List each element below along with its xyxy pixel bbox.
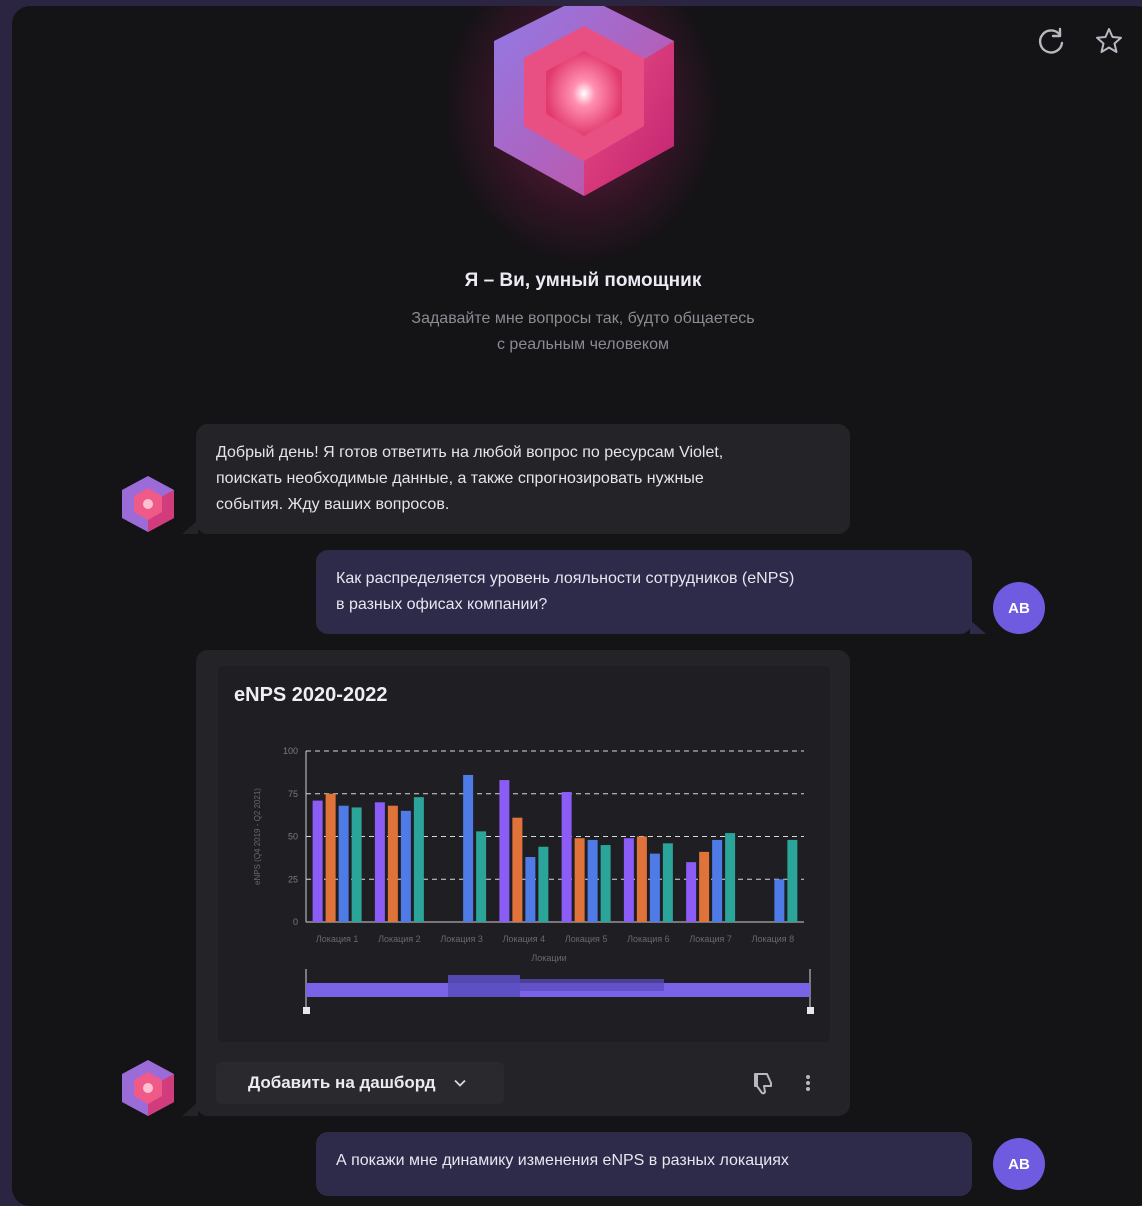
y-tick-label: 0 [293, 917, 298, 927]
user-avatar: AB [993, 1138, 1045, 1190]
assistant-window: Я – Ви, умный помощник Задавайте мне воп… [12, 6, 1142, 1206]
add-to-dashboard-label: Добавить на дашборд [248, 1073, 436, 1092]
brush-overview [448, 975, 520, 997]
greeting-line-3: события. Жду ваших вопросов. [216, 496, 450, 513]
x-tick-label: Локация 1 [316, 934, 359, 944]
bar [712, 839, 723, 922]
bot-avatar [122, 1060, 174, 1116]
greeting-line-1: Добрый день! Я готов ответить на любой в… [216, 444, 724, 461]
bubble-tail [970, 620, 986, 634]
x-tick-label: Локация 7 [689, 934, 732, 944]
x-tick-label: Локация 2 [378, 934, 421, 944]
bar [662, 843, 673, 922]
subtitle-line-1: Задавайте мне вопросы так, будто общаете… [411, 310, 755, 327]
bar [649, 853, 660, 922]
y-tick-label: 75 [288, 789, 298, 799]
bar [587, 839, 598, 922]
bar [476, 831, 487, 922]
bar [574, 838, 585, 922]
bar [400, 810, 411, 922]
x-tick-label: Локация 8 [752, 934, 795, 944]
bar [686, 862, 697, 922]
x-tick-label: Локация 5 [565, 934, 608, 944]
bar [338, 805, 349, 922]
bar [787, 839, 798, 922]
x-tick-label: Локация 6 [627, 934, 670, 944]
chart-svg: 0 25 50 75 100 eNPS (Q4 2019 - Q2 2021) Локаци… [253, 746, 814, 1014]
refresh-icon[interactable] [1034, 24, 1068, 58]
bubble-tail [182, 1102, 198, 1116]
brush-handle-left [303, 1007, 310, 1014]
bar [512, 817, 523, 922]
x-axis-label: Локации [531, 953, 566, 963]
chart-card: eNPS 2020-2022 0 25 50 75 100 eNPS (Q4 2019 -… [218, 666, 830, 1042]
y-tick-label: 25 [288, 874, 298, 884]
user-q2-text: А покажи мне динамику изменения eNPS в р… [336, 1152, 789, 1169]
add-to-dashboard-button[interactable]: Добавить на дашборд [216, 1062, 504, 1104]
user-message-1: Как распределяется уровень лояльности со… [316, 550, 986, 634]
bar [387, 805, 398, 922]
user-q1-line-2: в разных офисах компании? [336, 596, 548, 613]
user-q1-line-1: Как распределяется уровень лояльности со… [336, 570, 795, 587]
bar [561, 792, 572, 922]
y-tick-label: 50 [288, 832, 298, 842]
bar [325, 793, 336, 922]
bar [636, 836, 647, 922]
hero-cube-logo [494, 6, 674, 196]
chevron-down-icon [453, 1079, 466, 1087]
greeting-line-2: поискать необходимые данные, а также спр… [216, 470, 704, 487]
bot-avatar [122, 476, 174, 532]
thumbs-down-icon[interactable] [748, 1068, 778, 1098]
bar [774, 879, 785, 922]
bar [351, 807, 362, 922]
bar [374, 802, 385, 922]
bot-message-greeting: Добрый день! Я готов ответить на любой в… [182, 424, 850, 534]
bar [499, 780, 510, 922]
brush-handle-right [807, 1007, 814, 1014]
bar [538, 846, 549, 922]
user-avatar: AB [993, 582, 1045, 634]
subtitle-line-2: с реальным человеком [496, 336, 669, 353]
y-axis-label: eNPS (Q4 2019 - Q2 2021) [253, 788, 262, 885]
bubble-tail [182, 520, 198, 534]
brush-overview [520, 979, 664, 991]
more-vertical-icon[interactable] [796, 1068, 820, 1098]
star-icon[interactable] [1092, 24, 1126, 58]
bar [623, 838, 634, 922]
bar [413, 797, 424, 922]
assistant-title: Я – Ви, умный помощник [464, 270, 702, 291]
x-tick-label: Локация 4 [503, 934, 546, 944]
bar [600, 845, 611, 922]
bar [312, 800, 323, 922]
bar [525, 857, 536, 922]
x-tick-label: Локация 3 [440, 934, 483, 944]
user-message-2: А покажи мне динамику изменения eNPS в р… [316, 1132, 972, 1196]
y-tick-label: 100 [283, 746, 298, 756]
bar [463, 774, 474, 922]
bar [725, 833, 736, 922]
bar [699, 851, 710, 922]
assistant-subtitle: Задавайте мне вопросы так, будто общаете… [12, 306, 1142, 358]
